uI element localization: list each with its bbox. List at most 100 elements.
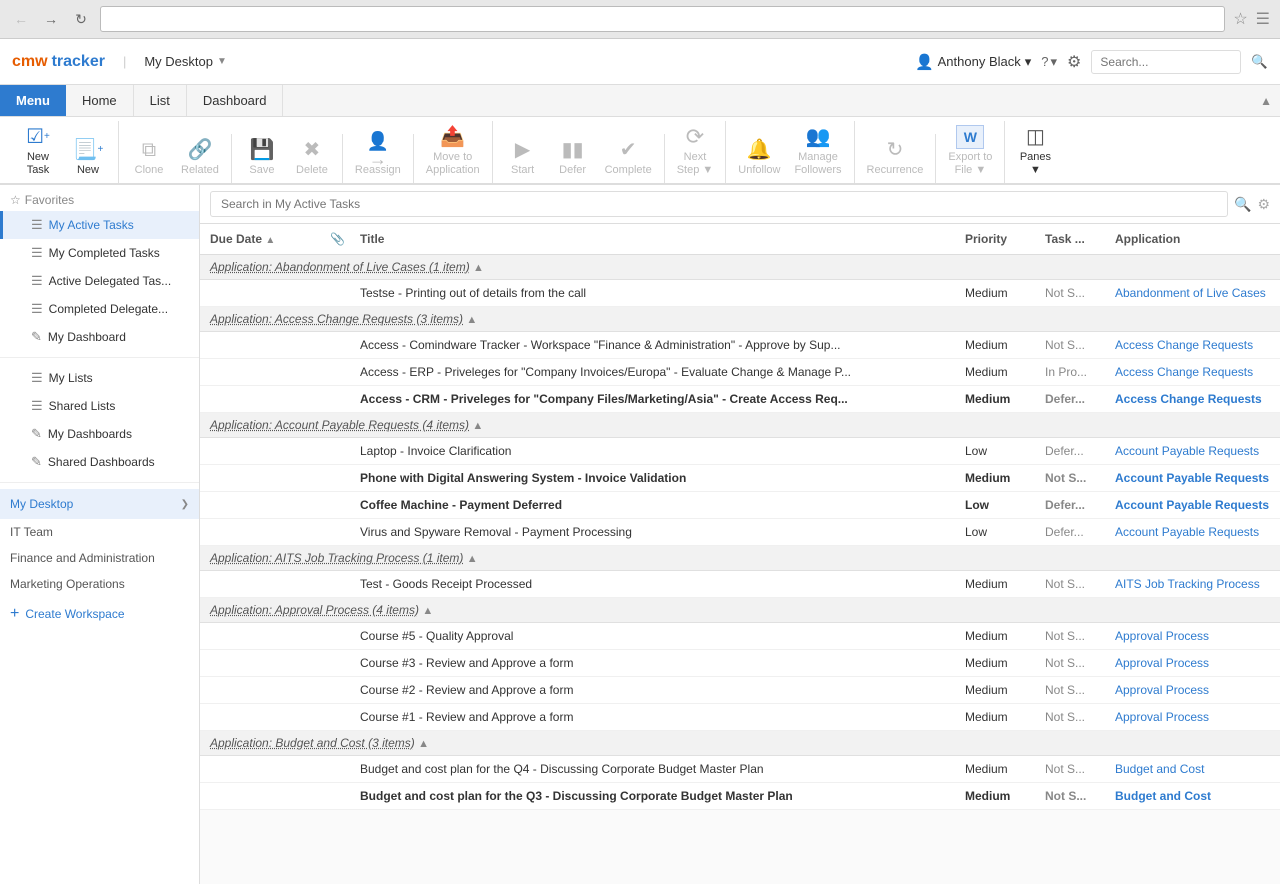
task-title[interactable]: Virus and Spyware Removal - Payment Proc… <box>350 519 955 546</box>
app-link[interactable]: AITS Job Tracking Process <box>1115 577 1260 591</box>
start-button[interactable]: ▶ Start <box>499 134 547 183</box>
unfollow-button[interactable]: 🔔 Unfollow <box>732 134 786 183</box>
task-title[interactable]: Test - Goods Receipt Processed <box>350 571 955 598</box>
task-application[interactable]: Budget and Cost <box>1105 783 1280 810</box>
defer-button[interactable]: ▮▮ Defer <box>549 134 597 183</box>
table-row[interactable]: Virus and Spyware Removal - Payment Proc… <box>200 519 1280 546</box>
task-application[interactable]: Budget and Cost <box>1105 756 1280 783</box>
table-row[interactable]: Phone with Digital Answering System - In… <box>200 465 1280 492</box>
col-application[interactable]: Application <box>1105 224 1280 255</box>
table-row[interactable]: Budget and cost plan for the Q3 - Discus… <box>200 783 1280 810</box>
table-row[interactable]: Access - Comindware Tracker - Workspace … <box>200 332 1280 359</box>
task-application[interactable]: Abandonment of Live Cases <box>1105 280 1280 307</box>
create-workspace-button[interactable]: + Create Workspace <box>0 597 199 631</box>
task-title[interactable]: Access - ERP - Priveleges for "Company I… <box>350 359 955 386</box>
table-row[interactable]: Course #2 - Review and Approve a form Me… <box>200 677 1280 704</box>
task-title[interactable]: Course #2 - Review and Approve a form <box>350 677 955 704</box>
task-title[interactable]: Course #1 - Review and Approve a form <box>350 704 955 731</box>
refresh-button[interactable]: ↻ <box>70 8 92 30</box>
menu-tab[interactable]: Menu <box>0 85 66 116</box>
task-title[interactable]: Budget and cost plan for the Q4 - Discus… <box>350 756 955 783</box>
delete-button[interactable]: ✖ Delete <box>288 134 336 183</box>
app-link[interactable]: Approval Process <box>1115 710 1209 724</box>
task-title[interactable]: Access - CRM - Priveleges for "Company F… <box>350 386 955 413</box>
forward-button[interactable]: → <box>40 8 62 30</box>
task-application[interactable]: Account Payable Requests <box>1105 465 1280 492</box>
panes-button[interactable]: ◫ Panes▼ <box>1011 121 1059 183</box>
group-collapse-button[interactable]: ▲ <box>418 738 429 750</box>
new-button[interactable]: 📃+ New <box>64 134 112 183</box>
col-due-date[interactable]: Due Date ▲ <box>200 224 320 255</box>
col-priority[interactable]: Priority <box>955 224 1035 255</box>
app-link[interactable]: Budget and Cost <box>1115 762 1204 776</box>
clone-button[interactable]: ⧉ Clone <box>125 134 173 183</box>
help-button[interactable]: ? ▾ <box>1041 54 1057 70</box>
user-menu-button[interactable]: 👤 Anthony Black ▾ <box>915 53 1031 71</box>
save-button[interactable]: 💾 Save <box>238 134 286 183</box>
app-link[interactable]: Abandonment of Live Cases <box>1115 286 1266 300</box>
app-link[interactable]: Budget and Cost <box>1115 789 1211 803</box>
app-link[interactable]: Approval Process <box>1115 683 1209 697</box>
task-application[interactable]: Access Change Requests <box>1105 359 1280 386</box>
app-link[interactable]: Access Change Requests <box>1115 365 1253 379</box>
table-row[interactable]: Budget and cost plan for the Q4 - Discus… <box>200 756 1280 783</box>
task-title[interactable]: Course #5 - Quality Approval <box>350 623 955 650</box>
table-row[interactable]: Coffee Machine - Payment Deferred Low De… <box>200 492 1280 519</box>
sidebar-item-active-delegated[interactable]: ☰ Active Delegated Tas... <box>0 267 199 295</box>
new-task-button[interactable]: ☑+ NewTask <box>14 121 62 183</box>
sidebar-item-shared-dashboards[interactable]: ✎ Shared Dashboards <box>0 448 199 476</box>
app-link[interactable]: Account Payable Requests <box>1115 498 1269 512</box>
task-title[interactable]: Course #3 - Review and Approve a form <box>350 650 955 677</box>
task-application[interactable]: Approval Process <box>1105 623 1280 650</box>
group-collapse-button[interactable]: ▲ <box>473 262 484 274</box>
related-button[interactable]: 🔗 Related <box>175 134 225 183</box>
app-link[interactable]: Approval Process <box>1115 629 1209 643</box>
home-tab[interactable]: Home <box>66 85 134 116</box>
sidebar-item-my-active-tasks[interactable]: ☰ My Active Tasks <box>0 211 199 239</box>
group-collapse-button[interactable]: ▲ <box>472 420 483 432</box>
app-link[interactable]: Account Payable Requests <box>1115 471 1269 485</box>
back-button[interactable]: ← <box>10 8 32 30</box>
app-link[interactable]: Account Payable Requests <box>1115 444 1259 458</box>
task-application[interactable]: Approval Process <box>1105 650 1280 677</box>
recurrence-button[interactable]: ↻ Recurrence <box>861 134 930 183</box>
task-title[interactable]: Coffee Machine - Payment Deferred <box>350 492 955 519</box>
manage-followers-button[interactable]: 👥 ManageFollowers <box>788 121 847 183</box>
workspace-it-team[interactable]: IT Team <box>0 519 199 545</box>
table-row[interactable]: Access - CRM - Priveleges for "Company F… <box>200 386 1280 413</box>
group-collapse-button[interactable]: ▲ <box>467 553 478 565</box>
group-collapse-button[interactable]: ▲ <box>422 605 433 617</box>
group-collapse-button[interactable]: ▲ <box>466 314 477 326</box>
app-link[interactable]: Access Change Requests <box>1115 338 1253 352</box>
sidebar-item-completed-delegate[interactable]: ☰ Completed Delegate... <box>0 295 199 323</box>
header-search-input[interactable] <box>1091 50 1241 74</box>
next-step-button[interactable]: ⟳ NextStep ▼ <box>671 121 720 183</box>
content-search-input[interactable] <box>210 191 1228 217</box>
task-application[interactable]: Access Change Requests <box>1105 332 1280 359</box>
task-application[interactable]: Account Payable Requests <box>1105 438 1280 465</box>
task-application[interactable]: Approval Process <box>1105 677 1280 704</box>
table-row[interactable]: Test - Goods Receipt Processed Medium No… <box>200 571 1280 598</box>
export-to-file-button[interactable]: W Export toFile ▼ <box>942 121 998 183</box>
workspace-my-desktop[interactable]: My Desktop ❯ <box>0 489 199 519</box>
table-row[interactable]: Course #3 - Review and Approve a form Me… <box>200 650 1280 677</box>
sidebar-item-shared-lists[interactable]: ☰ Shared Lists <box>0 392 199 420</box>
task-title[interactable]: Access - Comindware Tracker - Workspace … <box>350 332 955 359</box>
task-title[interactable]: Testse - Printing out of details from th… <box>350 280 955 307</box>
task-application[interactable]: Account Payable Requests <box>1105 519 1280 546</box>
complete-button[interactable]: ✔ Complete <box>599 134 658 183</box>
table-row[interactable]: Course #5 - Quality Approval Medium Not … <box>200 623 1280 650</box>
col-title[interactable]: Title <box>350 224 955 255</box>
dashboard-tab[interactable]: Dashboard <box>187 85 284 116</box>
content-settings-button[interactable]: ⚙ <box>1257 196 1270 213</box>
app-link[interactable]: Account Payable Requests <box>1115 525 1259 539</box>
sidebar-item-my-dashboard[interactable]: ✎ My Dashboard <box>0 323 199 351</box>
task-title[interactable]: Phone with Digital Answering System - In… <box>350 465 955 492</box>
app-link[interactable]: Access Change Requests <box>1115 392 1262 406</box>
table-row[interactable]: Testse - Printing out of details from th… <box>200 280 1280 307</box>
sidebar-item-my-completed-tasks[interactable]: ☰ My Completed Tasks <box>0 239 199 267</box>
table-row[interactable]: Course #1 - Review and Approve a form Me… <box>200 704 1280 731</box>
move-to-application-button[interactable]: 📤 Move toApplication <box>420 121 486 183</box>
workspace-finance-admin[interactable]: Finance and Administration <box>0 545 199 571</box>
task-title[interactable]: Laptop - Invoice Clarification <box>350 438 955 465</box>
